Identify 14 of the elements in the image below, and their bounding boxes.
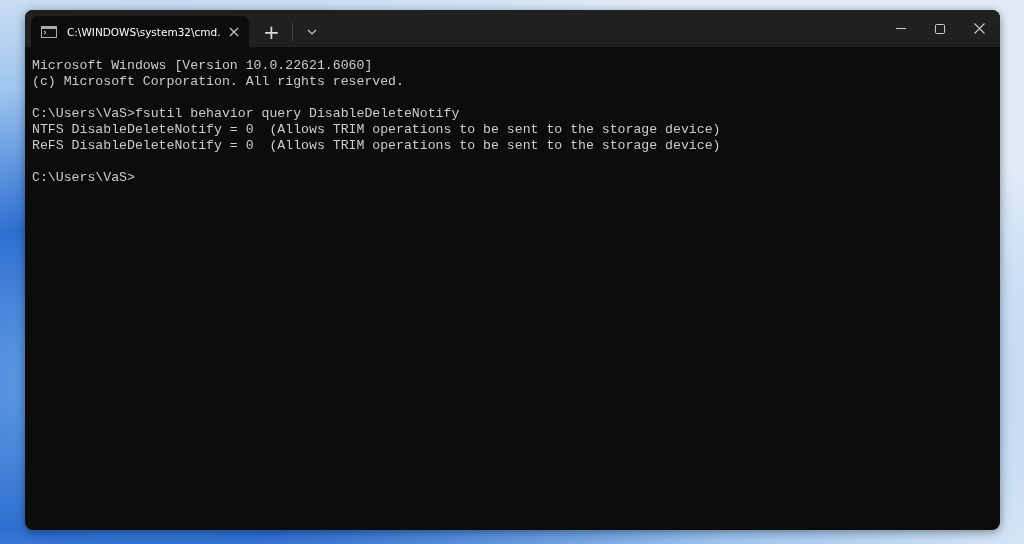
terminal-icon <box>41 25 57 38</box>
console-line: ReFS DisableDeleteNotify = 0 (Allows TRIM operations to be sent to the storage device) <box>32 138 722 154</box>
close-icon[interactable] <box>974 23 985 34</box>
tab[interactable]: C:\WINDOWS\system32\cmd. <box>31 16 249 47</box>
tab-title: C:\WINDOWS\system32\cmd. <box>67 25 221 38</box>
console-line: Microsoft Windows [Version 10.0.22621.6060] <box>32 58 374 74</box>
new-tab-button[interactable]: + <box>253 17 290 46</box>
console-line: C:\Users\VaS> <box>32 170 136 186</box>
maximize-icon[interactable] <box>935 23 945 34</box>
console-line: NTFS DisableDeleteNotify = 0 (Allows TRIM operations to be sent to the storage device) <box>32 122 722 138</box>
dropdown-icon[interactable] <box>306 28 317 35</box>
console-line: (c) Microsoft Corporation. All rights reserved. <box>32 74 405 90</box>
console-line: C:\Users\VaS>fsutil behavior query DisableDeleteNotify <box>32 106 461 122</box>
close-icon[interactable] <box>229 26 239 37</box>
